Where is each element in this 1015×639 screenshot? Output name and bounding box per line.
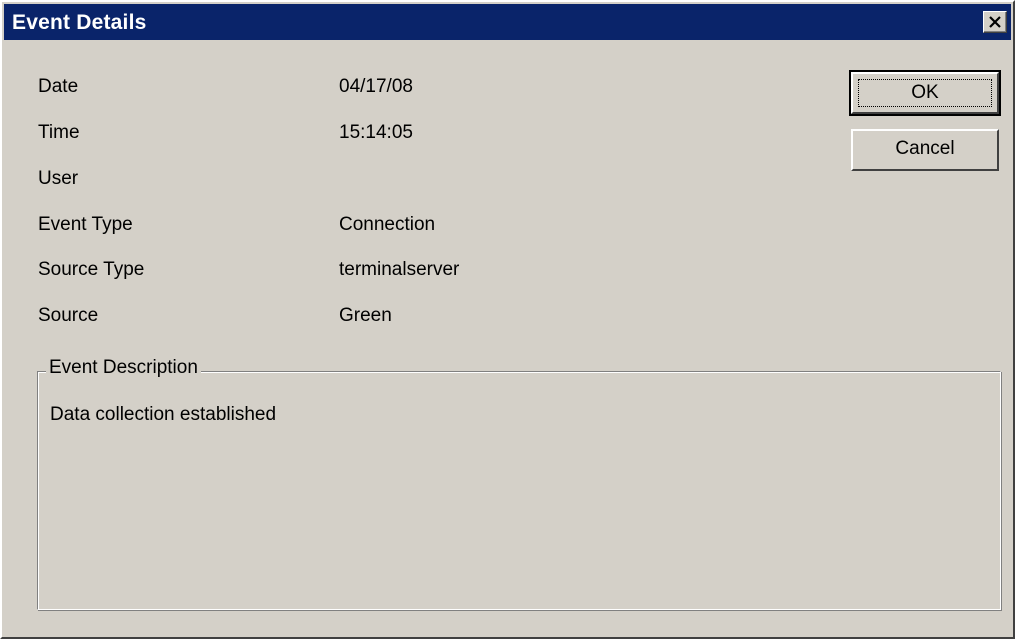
cancel-button[interactable]: Cancel [851,129,999,171]
event-type-value: Connection [339,214,436,235]
date-label: Date [38,76,79,97]
time-label: Time [38,122,80,143]
source-type-label: Source Type [38,259,145,280]
user-label: User [38,168,79,189]
close-button[interactable] [983,11,1007,33]
event-description-text: Data collection established [50,404,277,425]
title-bar[interactable]: Event Details [4,4,1011,40]
event-description-legend: Event Description [46,357,201,379]
time-value: 15:14:05 [339,122,413,143]
window-title: Event Details [12,11,147,34]
source-label: Source [38,305,99,326]
date-value: 04/17/08 [339,76,413,97]
event-details-dialog: Event Details Date 04/17/08 Time 15:14:0… [0,0,1015,639]
source-type-value: terminalserver [339,259,460,280]
event-type-label: Event Type [38,214,133,235]
ok-button-label: OK [858,79,992,107]
close-icon [989,16,1001,28]
ok-button[interactable]: OK [849,70,1001,116]
source-value: Green [339,305,392,326]
